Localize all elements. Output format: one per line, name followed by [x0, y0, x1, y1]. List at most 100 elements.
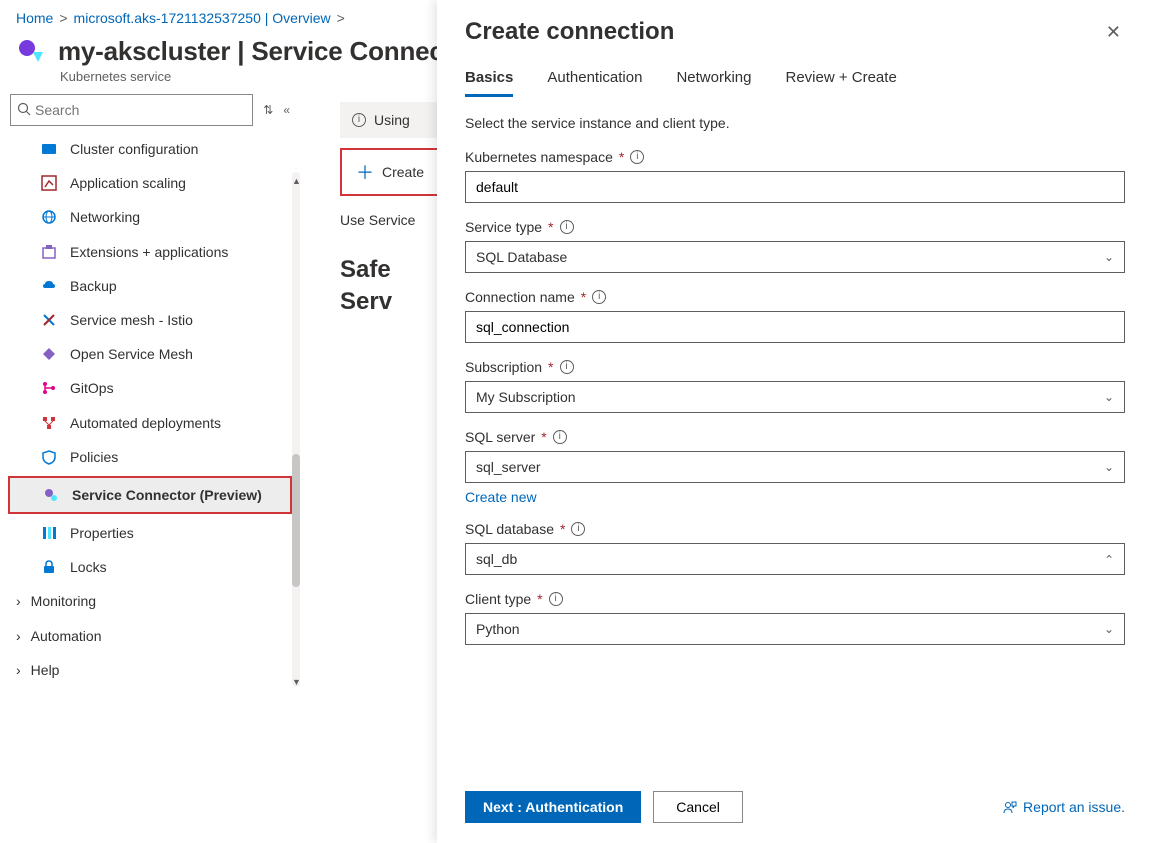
service-type-select[interactable]: SQL Database ⌄	[465, 241, 1125, 273]
deploy-icon	[40, 414, 58, 432]
sidebar-item-automated-deploy[interactable]: Automated deployments	[0, 406, 300, 440]
sidebar-item-label: Properties	[70, 524, 134, 542]
field-label: Service type	[465, 219, 542, 235]
sidebar-item-label: Policies	[70, 448, 118, 466]
field-label: Client type	[465, 591, 531, 607]
breadcrumb-sep: >	[337, 10, 345, 26]
info-icon[interactable]: i	[630, 150, 644, 164]
sidebar-item-label: Extensions + applications	[70, 243, 228, 261]
sidebar-scrollbar-thumb[interactable]	[292, 454, 300, 587]
required-icon: *	[548, 359, 553, 375]
next-button[interactable]: Next : Authentication	[465, 791, 641, 823]
field-label: Connection name	[465, 289, 575, 305]
sidebar-item-app-scaling[interactable]: Application scaling	[0, 166, 300, 200]
sidebar-group-help[interactable]: › Help	[0, 653, 300, 687]
sql-database-select[interactable]: sql_db ⌄	[465, 543, 1125, 575]
search-sort-icon[interactable]: ⇅	[263, 103, 273, 117]
select-value: sql_db	[476, 551, 517, 567]
info-icon[interactable]: i	[560, 360, 574, 374]
sidebar-item-label: Service mesh - Istio	[70, 311, 193, 329]
info-icon[interactable]: i	[592, 290, 606, 304]
panel-instruction: Select the service instance and client t…	[465, 115, 1125, 131]
scrollbar-up-icon[interactable]: ▲	[292, 176, 300, 186]
tab-review-create[interactable]: Review + Create	[785, 69, 896, 97]
aks-icon	[16, 37, 46, 67]
field-label: Kubernetes namespace	[465, 149, 613, 165]
sidebar-item-label: Open Service Mesh	[70, 345, 193, 363]
create-button-label: Create	[382, 164, 424, 180]
search-icon	[17, 102, 31, 119]
client-type-select[interactable]: Python ⌄	[465, 613, 1125, 645]
chevron-down-icon: ⌄	[1104, 390, 1114, 404]
chevron-right-icon: ›	[16, 661, 21, 679]
report-issue-label: Report an issue.	[1023, 799, 1125, 815]
scrollbar-down-icon[interactable]: ▼	[292, 677, 300, 687]
close-icon[interactable]: ✕	[1102, 18, 1125, 47]
info-icon[interactable]: i	[553, 430, 567, 444]
sidebar-item-backup[interactable]: Backup	[0, 269, 300, 303]
field-connection-name: Connection name * i	[465, 289, 1125, 343]
sidebar-item-policies[interactable]: Policies	[0, 440, 300, 474]
tab-networking[interactable]: Networking	[676, 69, 751, 97]
sidebar-group-automation[interactable]: › Automation	[0, 619, 300, 653]
breadcrumb-sep: >	[59, 10, 67, 26]
info-icon[interactable]: i	[560, 220, 574, 234]
sidebar-item-service-connector[interactable]: Service Connector (Preview)	[8, 476, 292, 514]
cancel-button[interactable]: Cancel	[653, 791, 743, 823]
panel-title: Create connection	[465, 18, 674, 46]
required-icon: *	[560, 521, 565, 537]
subscription-select[interactable]: My Subscription ⌄	[465, 381, 1125, 413]
k8s-namespace-input[interactable]	[465, 171, 1125, 203]
sidebar-item-istio[interactable]: Service mesh - Istio	[0, 303, 300, 337]
sidebar-item-label: Locks	[70, 558, 107, 576]
sidebar-item-osm[interactable]: Open Service Mesh	[0, 337, 300, 371]
sidebar-item-gitops[interactable]: GitOps	[0, 371, 300, 405]
sidebar-search[interactable]	[10, 94, 253, 126]
sidebar-group-monitoring[interactable]: › Monitoring	[0, 584, 300, 618]
tab-basics[interactable]: Basics	[465, 69, 513, 97]
field-service-type: Service type * i SQL Database ⌄	[465, 219, 1125, 273]
tab-authentication[interactable]: Authentication	[547, 69, 642, 97]
report-issue-link[interactable]: Report an issue.	[1003, 799, 1125, 815]
field-sql-server: SQL server * i sql_server ⌄ Create new	[465, 429, 1125, 505]
info-icon[interactable]: i	[571, 522, 585, 536]
field-label: Subscription	[465, 359, 542, 375]
sidebar-item-extensions[interactable]: Extensions + applications	[0, 235, 300, 269]
breadcrumb-resource[interactable]: microsoft.aks-1721132537250 | Overview	[74, 10, 331, 26]
config-icon	[40, 140, 58, 158]
sql-server-select[interactable]: sql_server ⌄	[465, 451, 1125, 483]
required-icon: *	[619, 149, 624, 165]
select-value: Python	[476, 621, 520, 637]
sidebar-item-properties[interactable]: Properties	[0, 516, 300, 550]
required-icon: *	[537, 591, 542, 607]
field-label: SQL server	[465, 429, 535, 445]
sidebar-item-cluster-config[interactable]: Cluster configuration	[0, 132, 300, 166]
create-new-link[interactable]: Create new	[465, 489, 537, 505]
breadcrumb-home[interactable]: Home	[16, 10, 53, 26]
sidebar-scrollbar-track[interactable]	[292, 172, 300, 687]
field-sql-database: SQL database * i sql_db ⌄	[465, 521, 1125, 575]
connection-name-input[interactable]	[465, 311, 1125, 343]
chevron-right-icon: ›	[16, 592, 21, 610]
chevron-down-icon: ⌄	[1104, 552, 1114, 566]
sidebar-item-label: Networking	[70, 208, 140, 226]
sidebar-item-label: Backup	[70, 277, 117, 295]
plus-icon: ＋	[356, 159, 374, 185]
info-icon: i	[352, 113, 366, 127]
sidebar-item-networking[interactable]: Networking	[0, 200, 300, 234]
create-button[interactable]: ＋ Create	[340, 148, 440, 196]
info-icon[interactable]: i	[549, 592, 563, 606]
sidebar-item-label: Automated deployments	[70, 414, 221, 432]
search-collapse-icon[interactable]: «	[283, 103, 290, 117]
istio-icon	[40, 311, 58, 329]
sidebar-group-label: Automation	[31, 627, 102, 645]
sidebar-group-label: Monitoring	[31, 592, 96, 610]
search-input[interactable]	[31, 102, 246, 118]
required-icon: *	[548, 219, 553, 235]
locks-icon	[40, 558, 58, 576]
policies-icon	[40, 448, 58, 466]
select-value: SQL Database	[476, 249, 567, 265]
sidebar: ⇅ « Cluster configuration Application sc…	[0, 92, 300, 825]
sidebar-item-locks[interactable]: Locks	[0, 550, 300, 584]
required-icon: *	[581, 289, 586, 305]
